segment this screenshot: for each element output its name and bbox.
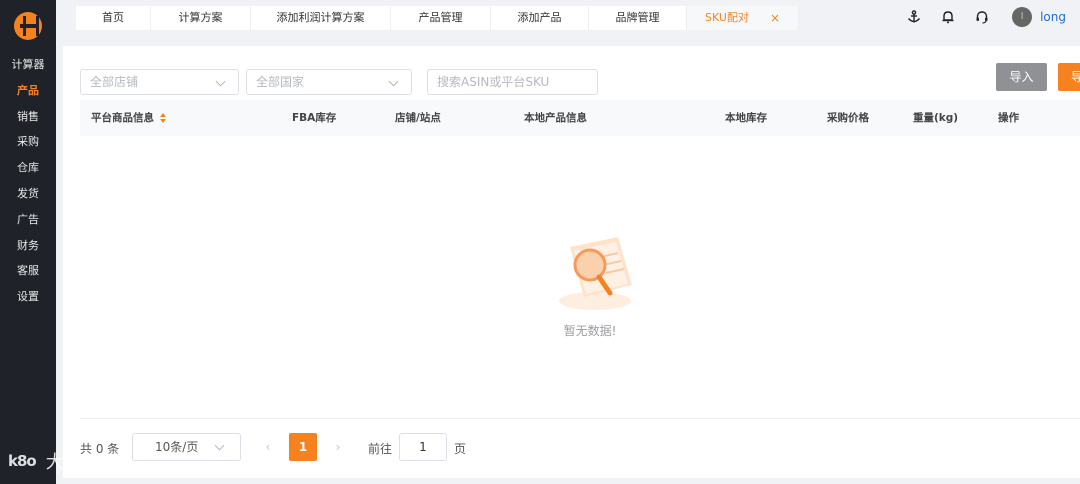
headset-icon[interactable] [972, 7, 992, 27]
sidebar-item-calculator[interactable]: 计算器 [0, 52, 56, 78]
sidebar-item-sales[interactable]: 销售 [0, 104, 56, 130]
next-page-button[interactable]: › [324, 433, 352, 461]
watermark-text: 大数跨境 [45, 452, 122, 473]
column-header-platform-product[interactable]: 平台商品信息 [91, 100, 166, 136]
page-suffix: 页 [454, 442, 467, 456]
sidebar-item-products[interactable]: 产品 [0, 78, 56, 104]
sidebar-item-customer-service[interactable]: 客服 [0, 258, 56, 284]
sidebar-item-warehouse[interactable]: 仓库 [0, 155, 56, 181]
store-select[interactable]: 全部店铺 [80, 69, 239, 95]
sidebar-item-shipping[interactable]: 发货 [0, 181, 56, 207]
tab-bar: 首页 计算方案 添加利润计算方案 产品管理 添加产品 品牌管理 SKU配对 × [76, 6, 799, 30]
country-select-placeholder: 全部国家 [256, 75, 305, 89]
header-actions: l long [904, 4, 1080, 30]
page-size-select[interactable]: 10条/页 [132, 433, 241, 461]
chevron-down-icon [214, 440, 225, 451]
column-header-local-stock: 本地库存 [725, 112, 767, 124]
avatar[interactable]: l [1012, 7, 1033, 27]
empty-state-text: 暂无数据! [563, 324, 617, 338]
column-header-fba-stock: FBA库存 [292, 112, 337, 124]
goto-label: 前往 [368, 442, 393, 456]
tab-add-product[interactable]: 添加产品 [491, 6, 589, 30]
column-header-purchase-price: 采购价格 [827, 112, 869, 124]
tab-home[interactable]: 首页 [76, 6, 151, 30]
anchor-icon[interactable] [904, 7, 924, 27]
app-logo[interactable] [14, 12, 42, 40]
main-panel: 全部店铺 全部国家 搜索ASIN或平台SKU 导入 导 平台商品信息 FBA库存… [63, 46, 1080, 478]
table-header: 平台商品信息 FBA库存 店铺/站点 本地产品信息 本地库存 采购价格 重量(k… [80, 100, 1080, 136]
page-size-value: 10条/页 [155, 440, 199, 454]
sort-icon[interactable] [160, 113, 166, 123]
import-button[interactable]: 导入 [996, 63, 1047, 91]
top-bar: 首页 计算方案 添加利润计算方案 产品管理 添加产品 品牌管理 SKU配对 × … [56, 0, 1080, 38]
chevron-down-icon [388, 76, 399, 87]
export-button[interactable]: 导 [1058, 63, 1080, 91]
search-input-placeholder: 搜索ASIN或平台SKU [437, 75, 550, 89]
close-icon[interactable]: × [770, 6, 780, 30]
watermark-logo: k8o [8, 452, 37, 470]
column-header-local-product: 本地产品信息 [524, 112, 587, 124]
column-header-actions: 操作 [998, 112, 1019, 124]
sidebar-item-ads[interactable]: 广告 [0, 207, 56, 233]
prev-page-button[interactable]: ‹ [254, 433, 282, 461]
sidebar: 计算器 产品 销售 采购 仓库 发货 广告 财务 客服 设置 [0, 0, 56, 484]
tab-product-management[interactable]: 产品管理 [391, 6, 491, 30]
sidebar-item-finance[interactable]: 财务 [0, 233, 56, 259]
sidebar-nav: 计算器 产品 销售 采购 仓库 发货 广告 财务 客服 设置 [0, 52, 56, 310]
tab-add-profit-plan[interactable]: 添加利润计算方案 [251, 6, 391, 30]
column-header-weight: 重量(kg) [913, 112, 959, 124]
search-input[interactable]: 搜索ASIN或平台SKU [427, 69, 598, 95]
username-link[interactable]: long [1040, 10, 1066, 24]
sidebar-item-settings[interactable]: 设置 [0, 284, 56, 310]
sidebar-item-purchasing[interactable]: 采购 [0, 129, 56, 155]
chevron-down-icon [215, 76, 226, 87]
watermark: k8o 大数跨境 [8, 448, 122, 474]
country-select[interactable]: 全部国家 [246, 69, 412, 95]
bell-icon[interactable] [938, 7, 958, 27]
column-header-store-site: 店铺/站点 [395, 112, 441, 124]
column-header-label: 平台商品信息 [91, 112, 154, 124]
page-number-current[interactable]: 1 [289, 433, 317, 461]
goto-page-input[interactable]: 1 [399, 433, 447, 461]
divider [80, 418, 1080, 419]
empty-search-illustration [559, 237, 632, 310]
tab-sku-pairing-label: SKU配对 [705, 11, 749, 24]
store-select-placeholder: 全部店铺 [90, 75, 139, 89]
tab-calc-plan[interactable]: 计算方案 [151, 6, 251, 30]
tab-sku-pairing[interactable]: SKU配对 × [687, 6, 799, 30]
tab-brand-management[interactable]: 品牌管理 [589, 6, 687, 30]
